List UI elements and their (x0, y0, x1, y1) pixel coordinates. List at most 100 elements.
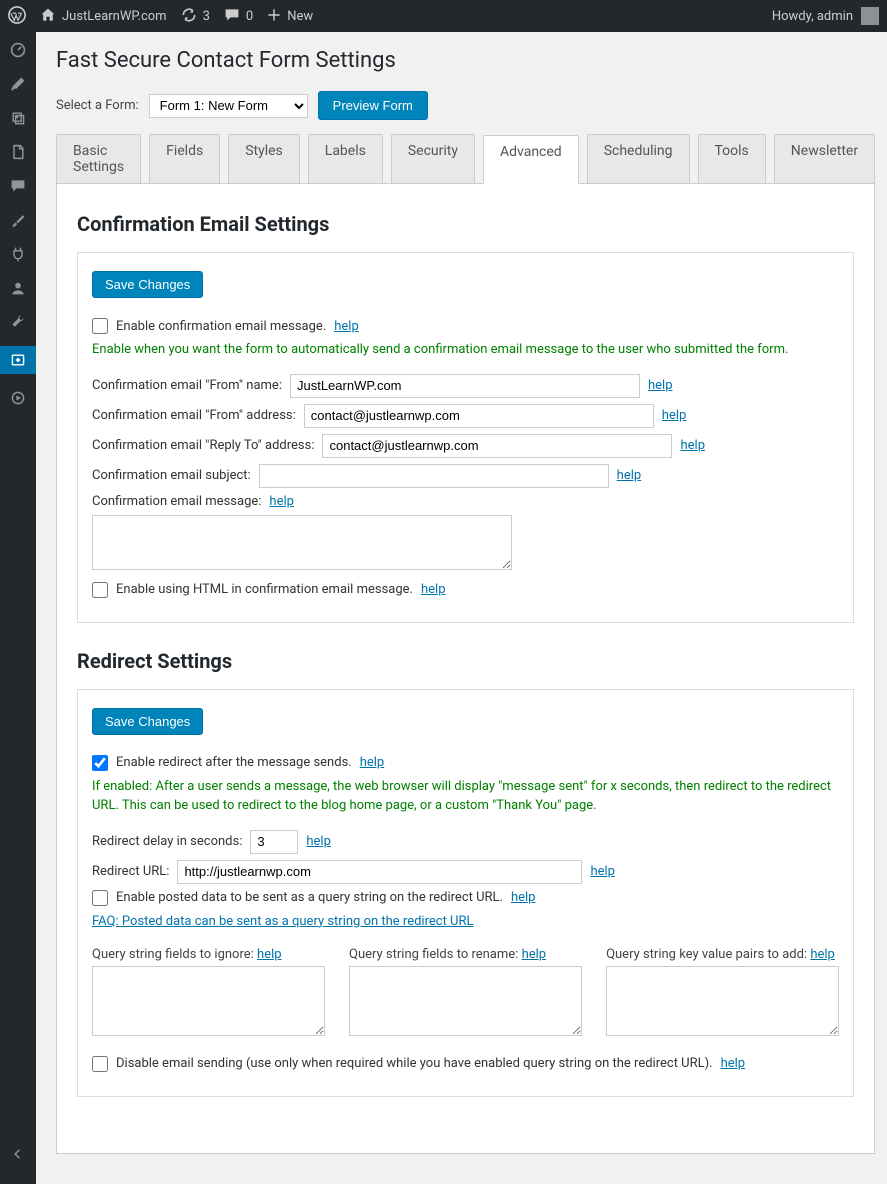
form-select[interactable]: Form 1: New Form (149, 94, 308, 118)
main-content: Fast Secure Contact Form Settings Select… (36, 32, 887, 1184)
tab-advanced[interactable]: Advanced (483, 135, 579, 184)
help-link[interactable]: help (257, 947, 282, 962)
settings-current-icon[interactable] (0, 346, 36, 374)
q-rename-textarea[interactable] (349, 966, 582, 1036)
save-button[interactable]: Save Changes (92, 271, 203, 298)
delay-label: Redirect delay in seconds: (92, 834, 242, 849)
pages-icon[interactable] (8, 142, 28, 162)
help-link[interactable]: help (590, 864, 615, 879)
message-label: Confirmation email message: (92, 494, 261, 509)
from-name-label: Confirmation email "From" name: (92, 378, 282, 393)
enable-confirmation-label: Enable confirmation email message. (116, 319, 326, 334)
confirmation-description: Enable when you want the form to automat… (92, 340, 839, 360)
tab-scheduling[interactable]: Scheduling (587, 134, 690, 183)
subject-input[interactable] (259, 464, 609, 488)
disable-email-checkbox[interactable] (92, 1056, 108, 1072)
help-link[interactable]: help (511, 890, 536, 905)
save-button[interactable]: Save Changes (92, 708, 203, 735)
comments-link[interactable]: 0 (224, 7, 253, 26)
redirect-heading: Redirect Settings (77, 649, 854, 673)
tab-fields[interactable]: Fields (149, 134, 220, 183)
plugins-icon[interactable] (8, 244, 28, 264)
confirmation-heading: Confirmation Email Settings (77, 212, 854, 236)
redirect-url-input[interactable] (177, 860, 582, 884)
plus-icon (267, 8, 281, 25)
media-icon[interactable] (8, 108, 28, 128)
help-link[interactable]: help (617, 468, 642, 483)
updates-link[interactable]: 3 (181, 7, 210, 26)
from-addr-input[interactable] (304, 404, 654, 428)
select-form-label: Select a Form: (56, 98, 139, 113)
refresh-icon (181, 7, 197, 26)
avatar (861, 7, 879, 25)
tab-security[interactable]: Security (391, 134, 475, 183)
admin-bar: JustLearnWP.com 3 0 New Howdy, admin (0, 0, 887, 32)
tab-labels[interactable]: Labels (308, 134, 383, 183)
help-link[interactable]: help (648, 378, 673, 393)
tab-basic-settings[interactable]: Basic Settings (56, 134, 141, 183)
collapse-menu-icon[interactable] (8, 1144, 28, 1164)
disable-email-label: Disable email sending (use only when req… (116, 1056, 713, 1071)
form-selector-row: Select a Form: Form 1: New Form Preview … (56, 91, 875, 120)
appearance-icon[interactable] (8, 210, 28, 230)
comments-menu-icon[interactable] (8, 176, 28, 196)
comments-count: 0 (246, 9, 253, 24)
help-link[interactable]: help (334, 319, 359, 334)
site-home-link[interactable]: JustLearnWP.com (40, 7, 167, 26)
tools-icon[interactable] (8, 312, 28, 332)
redirect-description: If enabled: After a user sends a message… (92, 777, 839, 816)
redirect-url-label: Redirect URL: (92, 864, 169, 879)
new-content-link[interactable]: New (267, 8, 313, 25)
home-icon (40, 7, 56, 26)
help-link[interactable]: help (662, 408, 687, 423)
query-string-columns: Query string fields to ignore: help Quer… (92, 947, 839, 1036)
users-icon[interactable] (8, 278, 28, 298)
preview-form-button[interactable]: Preview Form (318, 91, 428, 120)
comment-icon (224, 7, 240, 26)
help-link[interactable]: help (522, 947, 547, 962)
q-ignore-label: Query string fields to ignore: (92, 947, 254, 962)
q-add-textarea[interactable] (606, 966, 839, 1036)
enable-html-checkbox[interactable] (92, 582, 108, 598)
enable-html-label: Enable using HTML in confirmation email … (116, 582, 413, 597)
message-textarea[interactable] (92, 515, 512, 570)
help-link[interactable]: help (721, 1056, 746, 1071)
page-title: Fast Secure Contact Form Settings (56, 48, 875, 73)
tab-tools[interactable]: Tools (698, 134, 766, 183)
tab-styles[interactable]: Styles (228, 134, 300, 183)
help-link[interactable]: help (360, 755, 385, 770)
enable-redirect-label: Enable redirect after the message sends. (116, 755, 352, 770)
generic-plugin-icon[interactable] (8, 388, 28, 408)
help-link[interactable]: help (269, 494, 294, 509)
tabs-nav: Basic Settings Fields Styles Labels Secu… (56, 134, 875, 184)
from-addr-label: Confirmation email "From" address: (92, 408, 296, 423)
howdy-text: Howdy, admin (772, 9, 853, 24)
q-add-label: Query string key value pairs to add: (606, 947, 807, 962)
posts-icon[interactable] (8, 74, 28, 94)
q-ignore-textarea[interactable] (92, 966, 325, 1036)
new-label: New (287, 9, 313, 24)
help-link[interactable]: help (680, 438, 705, 453)
enable-redirect-checkbox[interactable] (92, 755, 108, 771)
reply-to-input[interactable] (322, 434, 672, 458)
subject-label: Confirmation email subject: (92, 468, 251, 483)
enable-confirmation-checkbox[interactable] (92, 318, 108, 334)
q-rename-label: Query string fields to rename: (349, 947, 518, 962)
help-link[interactable]: help (306, 834, 331, 849)
reply-to-label: Confirmation email "Reply To" address: (92, 438, 314, 453)
confirmation-section: Save Changes Enable confirmation email m… (77, 252, 854, 623)
redirect-section: Save Changes Enable redirect after the m… (77, 689, 854, 1097)
dashboard-icon[interactable] (8, 40, 28, 60)
from-name-input[interactable] (290, 374, 640, 398)
help-link[interactable]: help (810, 947, 835, 962)
updates-count: 3 (203, 9, 210, 24)
faq-link[interactable]: FAQ: Posted data can be sent as a query … (92, 914, 474, 929)
account-link[interactable]: Howdy, admin (772, 7, 879, 25)
enable-posted-data-checkbox[interactable] (92, 890, 108, 906)
tab-newsletter[interactable]: Newsletter (774, 134, 875, 183)
enable-posted-data-label: Enable posted data to be sent as a query… (116, 890, 503, 905)
admin-menu (0, 32, 36, 1184)
wordpress-logo-icon[interactable] (8, 6, 26, 27)
help-link[interactable]: help (421, 582, 446, 597)
delay-input[interactable] (250, 830, 298, 854)
